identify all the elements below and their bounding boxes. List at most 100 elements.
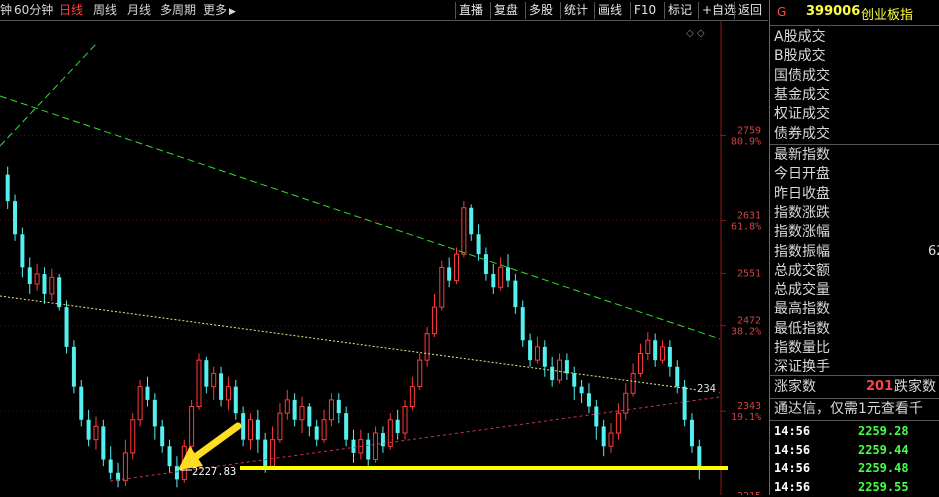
tick-time: 14:56 [774,479,811,494]
candle-body [145,386,150,400]
index-stat-label: 总成交量 [774,282,830,299]
period-tab-partial-minute[interactable]: 钟 [0,2,12,18]
live-button[interactable]: 直播 [455,2,483,19]
candle [225,376,231,410]
candle-body [328,399,334,421]
candle [594,399,599,440]
steep-trendline[interactable] [0,42,98,147]
corner-diamond-icon[interactable]: ◇ ◇ [686,28,705,39]
f10-button[interactable]: F10 [630,2,656,19]
candle [409,376,415,410]
candle-body [86,419,91,440]
turnover-label: 权证成交 [774,106,830,123]
period-tab-monthly[interactable]: 月线 [127,2,151,18]
candle-body [20,234,25,268]
review-button[interactable]: 复盘 [490,2,518,19]
resistance-trendline[interactable] [0,95,721,340]
candle [689,413,694,453]
candle-body [550,366,555,381]
candle [336,393,341,424]
add-watchlist-button[interactable]: +自选 [698,2,736,19]
candle [653,333,658,367]
candle [447,257,452,288]
chart-toolbar: 钟 60分钟 日线 周线 月线 多周期 更多 ▶ 直播 复盘 多股 统计 画线 F… [0,0,768,21]
candle [387,413,393,450]
candle [564,353,569,381]
multi-stock-button[interactable]: 多股 [525,2,553,19]
candle [167,439,172,473]
tick-price: 2259.28 [858,424,909,438]
candle-body [42,274,47,294]
price-tick-label: 2343 [737,401,761,412]
candle-body [615,412,621,434]
price-tick-label: 2215 [737,491,761,495]
kline-chart[interactable]: 275980.9% 263161.8% 2551 247238.2% 234319.1%… [0,21,768,495]
tick-row: 14:56 2259.48 [774,460,934,478]
candle-body [13,201,18,235]
candle [49,268,55,301]
index-stat-label: 今日开盘 [774,166,830,183]
mark-button[interactable]: 标记 [664,2,692,19]
candle-body [454,253,460,282]
promo-link[interactable]: 通达信，仅需1元查看千 [774,400,923,418]
candle [5,166,10,210]
period-tab-daily[interactable]: 日线 [59,2,83,18]
tick-price: 2259.48 [858,461,909,475]
candle-body [682,386,687,420]
period-tab-60min[interactable]: 60分钟 [14,2,53,18]
candle [34,264,40,291]
back-button[interactable]: 返回 [734,2,762,19]
period-tab-weekly[interactable]: 周线 [93,2,117,18]
candle-body [130,419,136,454]
period-tab-more[interactable]: 更多 ▶ [203,2,236,20]
exchange-badge: G [777,5,787,19]
candle [476,224,481,261]
turnover-label: A股成交 [774,29,826,45]
amplitude-value: 62 [928,244,939,259]
candle [284,389,290,420]
candle [528,333,533,367]
candle [417,353,423,390]
candle-body [623,392,629,414]
edge-price-label: 234 [697,383,716,395]
index-stat-label: 总成交额 [774,262,830,279]
candle-body [160,426,165,447]
candle-body [579,386,584,394]
candle [682,380,687,427]
turnover-label: 债券成交 [774,125,830,142]
candle [402,399,408,440]
candle-body [344,413,349,440]
tick-row: 14:56 2259.44 [774,442,934,460]
index-name: 创业板指 [861,8,914,23]
candle [241,406,246,447]
candle-body [447,267,452,281]
candle-body [476,234,481,255]
candle [328,393,334,427]
candle-body [366,439,371,460]
candle-body [424,333,430,361]
candle-body [534,346,540,361]
candle [513,274,518,314]
stats-button[interactable]: 统计 [560,2,588,19]
candle [483,247,488,281]
candle [351,429,356,463]
candle-body [586,393,591,407]
candle-body [630,372,636,394]
candle-body [608,432,614,447]
candle [667,340,672,377]
divider [770,420,939,421]
candle-body [277,412,283,441]
rise-count-label: 涨家数 [774,379,816,395]
candle-body [645,339,651,355]
divider [770,375,939,376]
neckline-trendline[interactable] [0,295,721,394]
candle [454,247,460,284]
period-tab-multi[interactable]: 多周期 [160,2,196,18]
candle-body [395,419,400,434]
candle [196,353,202,410]
candle-body [461,207,467,255]
draw-line-button[interactable]: 画线 [594,2,622,19]
candle [623,383,629,420]
candle-body [557,359,563,381]
candle [542,340,547,377]
